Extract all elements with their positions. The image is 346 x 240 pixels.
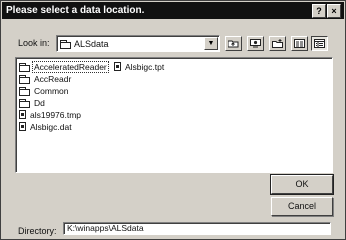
folder-icon (19, 86, 30, 96)
directory-input[interactable] (63, 222, 331, 235)
list-view-button[interactable] (291, 36, 308, 51)
title-bar: Please select a data location. ? × (2, 2, 344, 19)
close-button[interactable]: × (327, 4, 341, 18)
create-new-folder-icon (272, 39, 283, 48)
dialog-title: Please select a data location. (6, 5, 145, 16)
folder-icon (60, 39, 71, 49)
look-in-value: ALSdata (74, 38, 109, 49)
ok-button[interactable]: OK (270, 174, 334, 195)
cancel-button[interactable]: Cancel (271, 197, 333, 216)
up-one-level-button[interactable] (225, 36, 242, 51)
file-list[interactable]: AcceleratedReader AccReadr Common Dd als… (15, 57, 333, 173)
file-list-column-2: Alsbigc.tpt (114, 61, 165, 73)
create-new-folder-button[interactable] (269, 36, 286, 51)
list-view-icon (294, 39, 305, 48)
look-in-dropdown[interactable]: ALSdata ▼ (56, 35, 220, 52)
directory-label: Directory: (18, 226, 57, 236)
list-item[interactable]: als19976.tmp (19, 109, 108, 120)
title-bar-buttons: ? × (312, 4, 341, 18)
look-in-label: Look in: (18, 38, 50, 48)
file-icon (19, 110, 26, 119)
details-view-button[interactable] (311, 36, 328, 51)
file-icon (114, 62, 121, 71)
up-one-level-icon (228, 40, 239, 48)
folder-icon (19, 98, 30, 108)
file-list-column-1: AcceleratedReader AccReadr Common Dd als… (19, 60, 109, 133)
list-item[interactable]: AccReadr (19, 73, 108, 84)
list-item[interactable]: Alsbigc.tpt (114, 61, 165, 72)
folder-icon (19, 74, 30, 84)
file-icon (19, 122, 26, 131)
list-item[interactable]: AcceleratedReader (19, 60, 109, 73)
list-item[interactable]: Common (19, 85, 108, 96)
desktop-icon (250, 39, 261, 48)
select-data-location-dialog: Please select a data location. ? × Look … (0, 0, 346, 240)
help-button[interactable]: ? (312, 4, 326, 18)
desktop-button[interactable] (247, 36, 264, 51)
details-view-icon (314, 39, 325, 48)
list-item[interactable]: Alsbigc.dat (19, 121, 108, 132)
list-item[interactable]: Dd (19, 97, 108, 108)
dropdown-arrow-icon[interactable]: ▼ (204, 37, 218, 50)
folder-icon (19, 62, 30, 72)
